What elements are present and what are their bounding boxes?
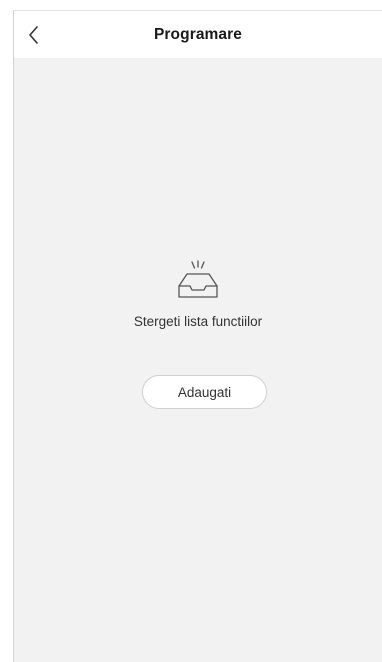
empty-inbox-icon bbox=[178, 260, 218, 298]
empty-state: Stergeti lista functiilor bbox=[14, 260, 382, 329]
empty-message: Stergeti lista functiilor bbox=[133, 314, 263, 329]
page-title: Programare bbox=[153, 26, 242, 43]
add-button[interactable]: Adaugati bbox=[142, 375, 267, 409]
app-screen: Programare Stergeti lista functiilor Ada… bbox=[13, 10, 382, 662]
navigation-bar: Programare bbox=[14, 11, 382, 58]
